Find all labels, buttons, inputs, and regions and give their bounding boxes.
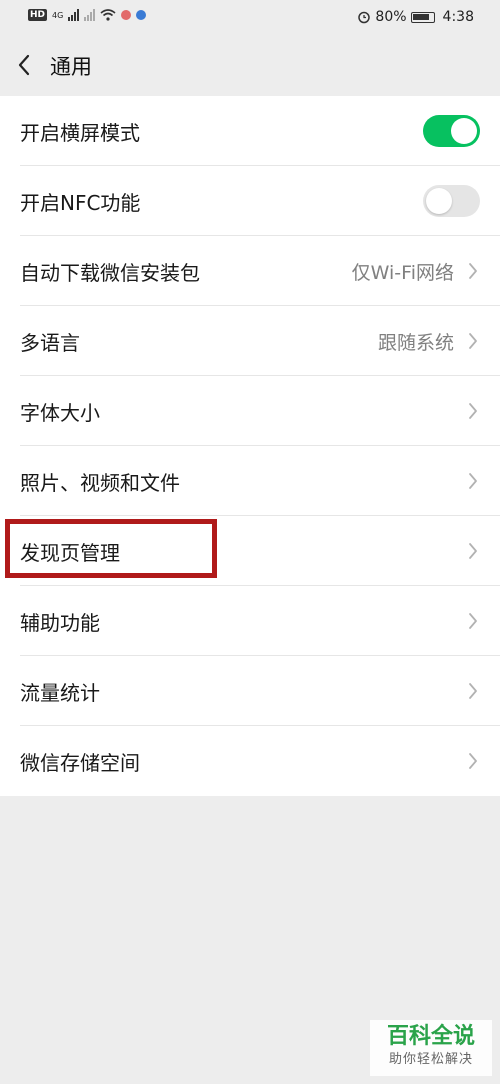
signal-2-icon bbox=[84, 9, 96, 21]
row-auto-download[interactable]: 自动下载微信安装包 仅Wi-Fi网络 bbox=[0, 236, 500, 306]
settings-list: 开启横屏模式 开启NFC功能 自动下载微信安装包 仅Wi-Fi网络 多语言 跟随… bbox=[0, 96, 500, 796]
row-label: 自动下载微信安装包 bbox=[20, 261, 200, 285]
page-title: 通用 bbox=[50, 55, 92, 79]
battery-percent: 80% bbox=[375, 9, 407, 25]
row-accessibility[interactable]: 辅助功能 bbox=[0, 586, 500, 656]
nfc-toggle[interactable] bbox=[423, 185, 480, 217]
watermark-title: 百科全说 bbox=[386, 1024, 475, 1049]
chevron-right-icon bbox=[469, 613, 477, 629]
chevron-right-icon bbox=[469, 543, 477, 559]
row-label: 流量统计 bbox=[20, 681, 100, 705]
row-font-size[interactable]: 字体大小 bbox=[0, 376, 500, 446]
back-arrow-icon bbox=[18, 54, 30, 76]
status-right: 80% 4:38 bbox=[357, 9, 474, 25]
chevron-right-icon bbox=[469, 333, 477, 349]
row-landscape: 开启横屏模式 bbox=[0, 96, 500, 166]
watermark-subtitle: 助你轻松解决 bbox=[388, 1052, 473, 1067]
row-label: 微信存储空间 bbox=[20, 751, 140, 775]
toggle-knob bbox=[426, 188, 452, 214]
hd-icon: HD bbox=[28, 9, 48, 21]
landscape-toggle[interactable] bbox=[423, 115, 480, 147]
watermark: 百科全说 助你轻松解决 bbox=[370, 1020, 492, 1076]
signal-icon bbox=[68, 9, 80, 21]
app-notification-2-icon bbox=[136, 10, 147, 20]
status-left: HD 4G bbox=[28, 9, 147, 21]
row-label: 辅助功能 bbox=[20, 611, 100, 635]
row-media[interactable]: 照片、视频和文件 bbox=[0, 446, 500, 516]
row-nfc: 开启NFC功能 bbox=[0, 166, 500, 236]
clock: 4:38 bbox=[442, 9, 474, 25]
toggle-knob bbox=[451, 118, 477, 144]
highlight-annotation bbox=[5, 519, 217, 578]
status-bar: HD 4G 80% 4:38 bbox=[0, 0, 500, 36]
chevron-right-icon bbox=[469, 403, 477, 419]
network-type: 4G bbox=[52, 10, 64, 20]
row-label: 开启NFC功能 bbox=[20, 191, 141, 215]
wifi-icon bbox=[100, 9, 116, 21]
battery-icon bbox=[410, 11, 435, 23]
alarm-icon bbox=[358, 11, 371, 24]
chevron-right-icon bbox=[469, 263, 477, 279]
back-button[interactable] bbox=[12, 48, 46, 82]
row-label: 多语言 bbox=[20, 331, 80, 355]
chevron-right-icon bbox=[469, 753, 477, 769]
nav-bar: 通用 bbox=[0, 36, 500, 96]
row-label: 开启横屏模式 bbox=[20, 121, 140, 145]
app-notification-icon bbox=[121, 10, 132, 20]
row-storage[interactable]: 微信存储空间 bbox=[0, 726, 500, 796]
row-label: 照片、视频和文件 bbox=[20, 471, 180, 495]
row-value: 跟随系统 bbox=[377, 332, 454, 354]
row-traffic[interactable]: 流量统计 bbox=[0, 656, 500, 726]
row-label: 字体大小 bbox=[20, 401, 100, 425]
chevron-right-icon bbox=[469, 683, 477, 699]
row-value: 仅Wi-Fi网络 bbox=[351, 262, 454, 284]
chevron-right-icon bbox=[469, 473, 477, 489]
row-language[interactable]: 多语言 跟随系统 bbox=[0, 306, 500, 376]
